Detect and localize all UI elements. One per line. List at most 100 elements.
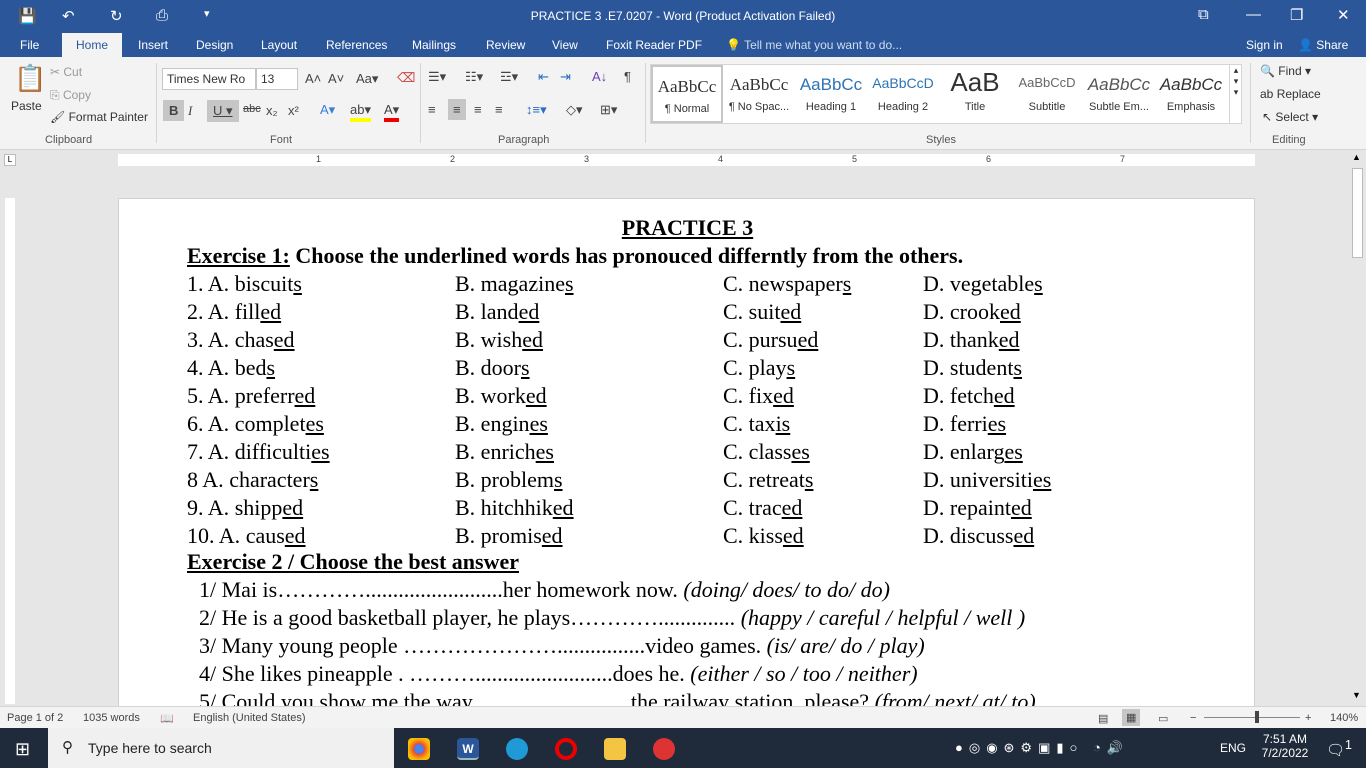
editing-group-label: Editing <box>1272 134 1306 146</box>
app-icon[interactable] <box>653 738 675 760</box>
zoom-slider[interactable] <box>1204 717 1300 718</box>
zoom-in-button[interactable]: + <box>1305 712 1311 724</box>
windows-start-icon[interactable]: ⊞ <box>15 739 30 760</box>
paste-button[interactable]: Paste <box>11 99 42 113</box>
tab-file[interactable]: File <box>20 38 39 52</box>
tab-selector[interactable]: L <box>4 154 16 166</box>
line-spacing-button[interactable]: ↕≡▾ <box>526 102 547 118</box>
superscript-button[interactable]: x² <box>288 103 299 118</box>
font-name-select[interactable]: Times New Ro <box>162 68 256 90</box>
style-normal[interactable]: AaBbCc ¶ Normal <box>651 65 723 123</box>
underline-button[interactable]: U ▾ <box>207 100 239 122</box>
scroll-down-button[interactable]: ▼ <box>1352 690 1361 700</box>
text-effects-button[interactable]: A▾ <box>320 102 335 118</box>
close-button[interactable]: ✕ <box>1337 6 1350 24</box>
subscript-button[interactable]: x₂ <box>266 103 278 118</box>
question-number: 3. A. <box>187 327 235 352</box>
find-button[interactable]: 🔍 Find ▾ <box>1260 64 1311 78</box>
italic-button[interactable]: I <box>188 103 192 119</box>
tab-insert[interactable]: Insert <box>138 38 168 52</box>
copy-button[interactable]: ⎘ Copy <box>50 88 91 103</box>
taskbar-search[interactable]: ⚲ Type here to search <box>48 728 394 768</box>
replace-button[interactable]: ab Replace <box>1260 87 1321 101</box>
font-size-select[interactable]: 13 <box>256 68 298 90</box>
style-no-spacing[interactable]: AaBbCc ¶ No Spac... <box>723 65 795 123</box>
sort-button[interactable]: A↓ <box>592 69 607 84</box>
word-stem: bed <box>234 355 267 380</box>
font-color-button[interactable]: A▾ <box>384 102 400 122</box>
numbering-button[interactable]: ☷▾ <box>465 69 483 85</box>
language[interactable]: English (United States) <box>193 712 306 724</box>
word-count[interactable]: 1035 words <box>83 712 140 724</box>
vertical-scrollbar[interactable]: ▲ ▼ <box>1350 150 1366 706</box>
style-heading-2[interactable]: AaBbCcD Heading 2 <box>867 65 939 123</box>
select-button[interactable]: ↖ Select ▾ <box>1262 110 1318 124</box>
web-layout-button[interactable]: ▭ <box>1158 712 1168 725</box>
tab-view[interactable]: View <box>552 38 578 52</box>
page-count[interactable]: Page 1 of 2 <box>7 712 63 724</box>
align-center-button[interactable]: ≡ <box>448 99 466 120</box>
style-heading-1[interactable]: AaBbCc Heading 1 <box>795 65 867 123</box>
grow-font-button[interactable]: A˄ <box>305 71 321 86</box>
zoom-slider-thumb[interactable] <box>1255 711 1259 723</box>
tab-references[interactable]: References <box>326 38 387 52</box>
style-subtitle[interactable]: AaBbCcD Subtitle <box>1011 65 1083 123</box>
opera-icon[interactable] <box>555 738 577 760</box>
option-d: D. enlarges <box>923 439 1023 465</box>
underlined-ending: ed <box>541 523 563 548</box>
proofing-icon[interactable]: 📖 <box>160 712 174 725</box>
increase-indent-button[interactable]: ⇥ <box>560 69 571 85</box>
style-subtle-emphasis[interactable]: AaBbCc Subtle Em... <box>1083 65 1155 123</box>
scroll-up-button[interactable]: ▲ <box>1352 152 1361 162</box>
multilevel-list-button[interactable]: ☲▾ <box>500 69 518 85</box>
decrease-indent-button[interactable]: ⇤ <box>538 69 549 85</box>
format-painter-button[interactable]: 🖌 Format Painter <box>50 110 148 124</box>
print-layout-button[interactable]: ▦ <box>1122 709 1141 726</box>
style-emphasis[interactable]: AaBbCc Emphasis <box>1155 65 1227 123</box>
tell-me-search[interactable]: 💡 Tell me what you want to do... <box>726 38 902 52</box>
zoom-level[interactable]: 140% <box>1330 712 1358 724</box>
strikethrough-button[interactable]: abc <box>243 103 261 115</box>
system-tray-icons[interactable]: ●◎◉⊛⚙▣▮○ ◔🔊 <box>955 740 1129 756</box>
cut-button[interactable]: ✂ Cut <box>50 65 82 79</box>
clock[interactable]: 7:51 AM 7/2/2022 <box>1260 732 1310 760</box>
zoom-out-button[interactable]: − <box>1190 712 1196 724</box>
show-formatting-button[interactable]: ¶ <box>624 69 631 84</box>
tab-layout[interactable]: Layout <box>261 38 297 52</box>
document-page[interactable]: PRACTICE 3 Exercise 1: Choose the underl… <box>118 198 1255 718</box>
ribbon-display-icon[interactable]: ⧉ <box>1198 6 1209 23</box>
justify-button[interactable]: ≡ <box>495 102 503 117</box>
shading-button[interactable]: ◇▾ <box>566 102 583 118</box>
highlight-button[interactable]: ab▾ <box>350 102 371 122</box>
input-language[interactable]: ENG <box>1220 741 1246 755</box>
styles-scroll[interactable]: ▴ ▾ ▾ <box>1229 65 1242 123</box>
edge-icon[interactable] <box>506 738 528 760</box>
chrome-icon[interactable] <box>408 738 430 760</box>
word-icon[interactable]: W <box>457 738 479 760</box>
clear-formatting-icon[interactable]: ⌫ <box>397 70 415 86</box>
borders-button[interactable]: ⊞▾ <box>600 102 617 118</box>
sign-in-link[interactable]: Sign in <box>1246 38 1283 52</box>
align-right-button[interactable]: ≡ <box>474 102 482 117</box>
tab-design[interactable]: Design <box>196 38 233 52</box>
change-case-button[interactable]: Aa▾ <box>356 71 378 87</box>
align-left-button[interactable]: ≡ <box>428 102 436 117</box>
bullets-button[interactable]: ☰▾ <box>428 69 446 85</box>
file-explorer-icon[interactable] <box>604 738 626 760</box>
tab-foxit[interactable]: Foxit Reader PDF <box>606 38 702 52</box>
share-button[interactable]: 👤 Share <box>1298 38 1348 52</box>
horizontal-ruler[interactable]: L 1 2 3 4 5 6 7 <box>0 150 1366 170</box>
tab-mailings[interactable]: Mailings <box>412 38 456 52</box>
read-mode-button[interactable]: ▤ <box>1098 712 1108 725</box>
restore-button[interactable]: ❐ <box>1290 6 1303 24</box>
minimize-button[interactable]: — <box>1246 6 1261 23</box>
shrink-font-button[interactable]: A˅ <box>328 71 344 86</box>
tab-home[interactable]: Home <box>62 33 123 57</box>
scroll-thumb[interactable] <box>1352 168 1363 258</box>
paste-icon[interactable]: 📋 <box>14 63 46 94</box>
bold-button[interactable]: B <box>163 100 185 121</box>
tab-review[interactable]: Review <box>486 38 525 52</box>
style-title[interactable]: AaB Title <box>939 65 1011 123</box>
notifications-icon[interactable]: 🗨1 <box>1326 738 1352 759</box>
underlined-ending: ed <box>993 383 1015 408</box>
